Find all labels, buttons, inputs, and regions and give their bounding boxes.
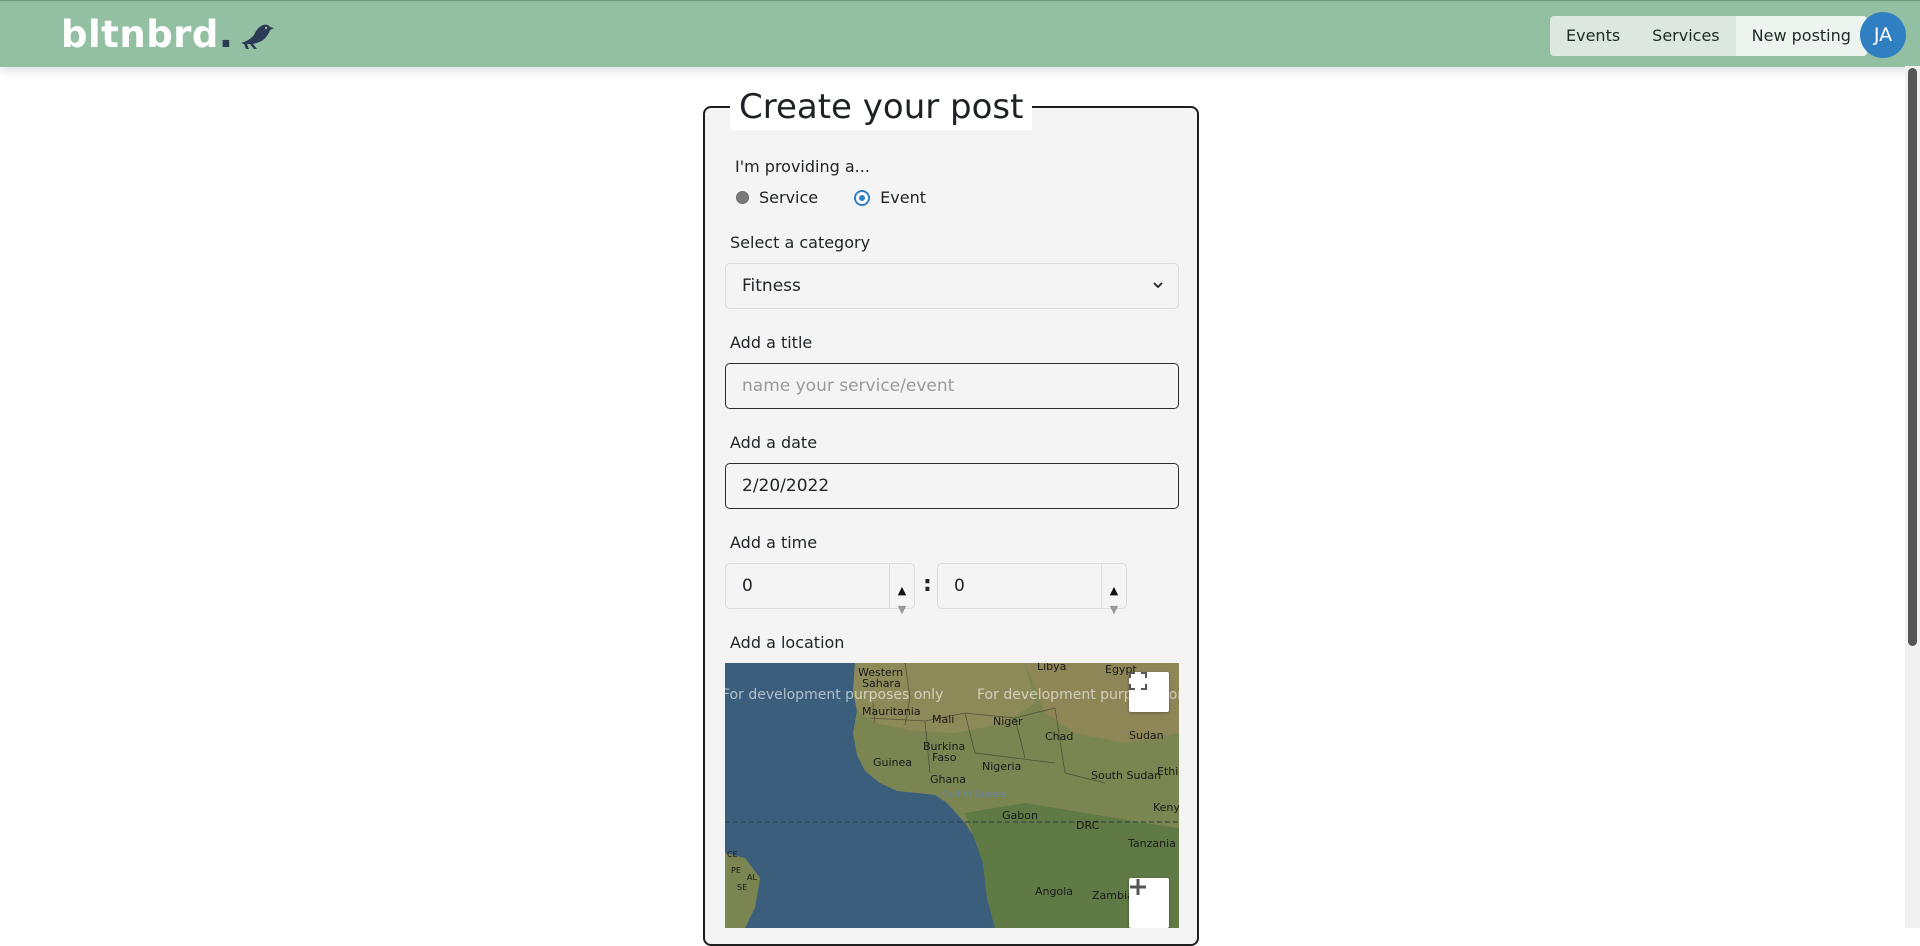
radio-event[interactable] xyxy=(854,189,871,206)
user-avatar[interactable]: JA xyxy=(1860,12,1906,58)
brand-logo[interactable]: bltnbrd. xyxy=(61,11,275,57)
location-label: Add a location xyxy=(730,633,845,652)
title-input[interactable]: name your service/event xyxy=(725,363,1179,409)
provider-type-group: Service Event xyxy=(736,188,926,207)
map-place: AL xyxy=(747,873,757,882)
map-place: Tanzania xyxy=(1128,837,1176,850)
map-place: Nigeria xyxy=(982,760,1022,773)
map-place: Angola xyxy=(1035,885,1074,898)
map-place: Gulf of Guinea xyxy=(942,790,1007,800)
map-place: Ghana xyxy=(930,773,966,786)
radio-service[interactable] xyxy=(736,191,749,204)
title-placeholder: name your service/event xyxy=(742,376,955,396)
map-place: South Sudan xyxy=(1091,769,1162,782)
hours-stepper[interactable]: ▲ ▼ xyxy=(889,564,914,616)
map-place: Kenya xyxy=(1153,801,1179,814)
minutes-input[interactable]: 0 ▲ ▼ xyxy=(937,563,1127,616)
minutes-stepper[interactable]: ▲ ▼ xyxy=(1101,564,1126,616)
map-place: SE xyxy=(737,883,748,892)
providing-label: I'm providing a... xyxy=(735,157,870,176)
nav-events[interactable]: Events xyxy=(1550,16,1636,56)
map-place: Zambia xyxy=(1092,889,1134,902)
top-navbar: bltnbrd. Events Services New posting JA xyxy=(0,0,1920,67)
main-nav: Events Services New posting xyxy=(1550,16,1867,56)
category-select[interactable]: Fitness xyxy=(725,263,1179,309)
map-place: CE xyxy=(727,850,738,859)
form-legend: Create your post xyxy=(730,84,1033,130)
hours-value: 0 xyxy=(742,576,753,596)
minutes-value: 0 xyxy=(954,576,965,596)
page-scrollbar[interactable] xyxy=(1905,66,1920,928)
category-label: Select a category xyxy=(730,233,871,252)
map-place: Faso xyxy=(932,751,957,764)
hours-input[interactable]: 0 ▲ ▼ xyxy=(725,563,915,616)
category-value: Fitness xyxy=(742,276,801,296)
map-place: Niger xyxy=(993,715,1023,728)
date-value: 2/20/2022 xyxy=(742,476,830,496)
map-place: Sahara xyxy=(862,677,901,690)
map-place: Ethic xyxy=(1157,765,1179,778)
map-place: Sudan xyxy=(1129,729,1164,742)
time-separator: : xyxy=(923,572,932,597)
decrement-icon[interactable]: ▼ xyxy=(890,588,914,632)
radio-event-label[interactable]: Event xyxy=(880,188,926,207)
map-watermark: For development purposes only xyxy=(725,687,944,703)
map-place: PE xyxy=(731,866,741,875)
fullscreen-icon[interactable] xyxy=(1129,672,1169,712)
nav-new-posting[interactable]: New posting xyxy=(1735,16,1867,56)
title-label: Add a title xyxy=(730,333,813,352)
scrollbar-thumb[interactable] xyxy=(1908,68,1917,646)
map-place: Mali xyxy=(932,713,955,726)
bird-logo-icon xyxy=(241,24,275,49)
map-place: DRC xyxy=(1076,819,1100,832)
zoom-in-icon[interactable] xyxy=(1129,878,1169,928)
decrement-icon[interactable]: ▼ xyxy=(1102,588,1126,632)
brand-name: bltnbrd xyxy=(61,12,219,56)
map-place: Guinea xyxy=(873,756,913,769)
radio-service-label[interactable]: Service xyxy=(759,188,818,207)
time-label: Add a time xyxy=(730,533,818,552)
chevron-down-icon xyxy=(1152,264,1164,326)
date-label: Add a date xyxy=(730,433,818,452)
date-input[interactable]: 2/20/2022 xyxy=(725,463,1179,509)
nav-services[interactable]: Services xyxy=(1636,16,1735,56)
map-place: Gabon xyxy=(1002,809,1038,822)
map-place: Chad xyxy=(1045,730,1074,743)
map-place: Mauritania xyxy=(862,705,921,718)
location-map[interactable]: For development purposes only For develo… xyxy=(725,663,1179,928)
map-place: Libya xyxy=(1037,663,1067,673)
brand-dot: . xyxy=(218,12,234,56)
